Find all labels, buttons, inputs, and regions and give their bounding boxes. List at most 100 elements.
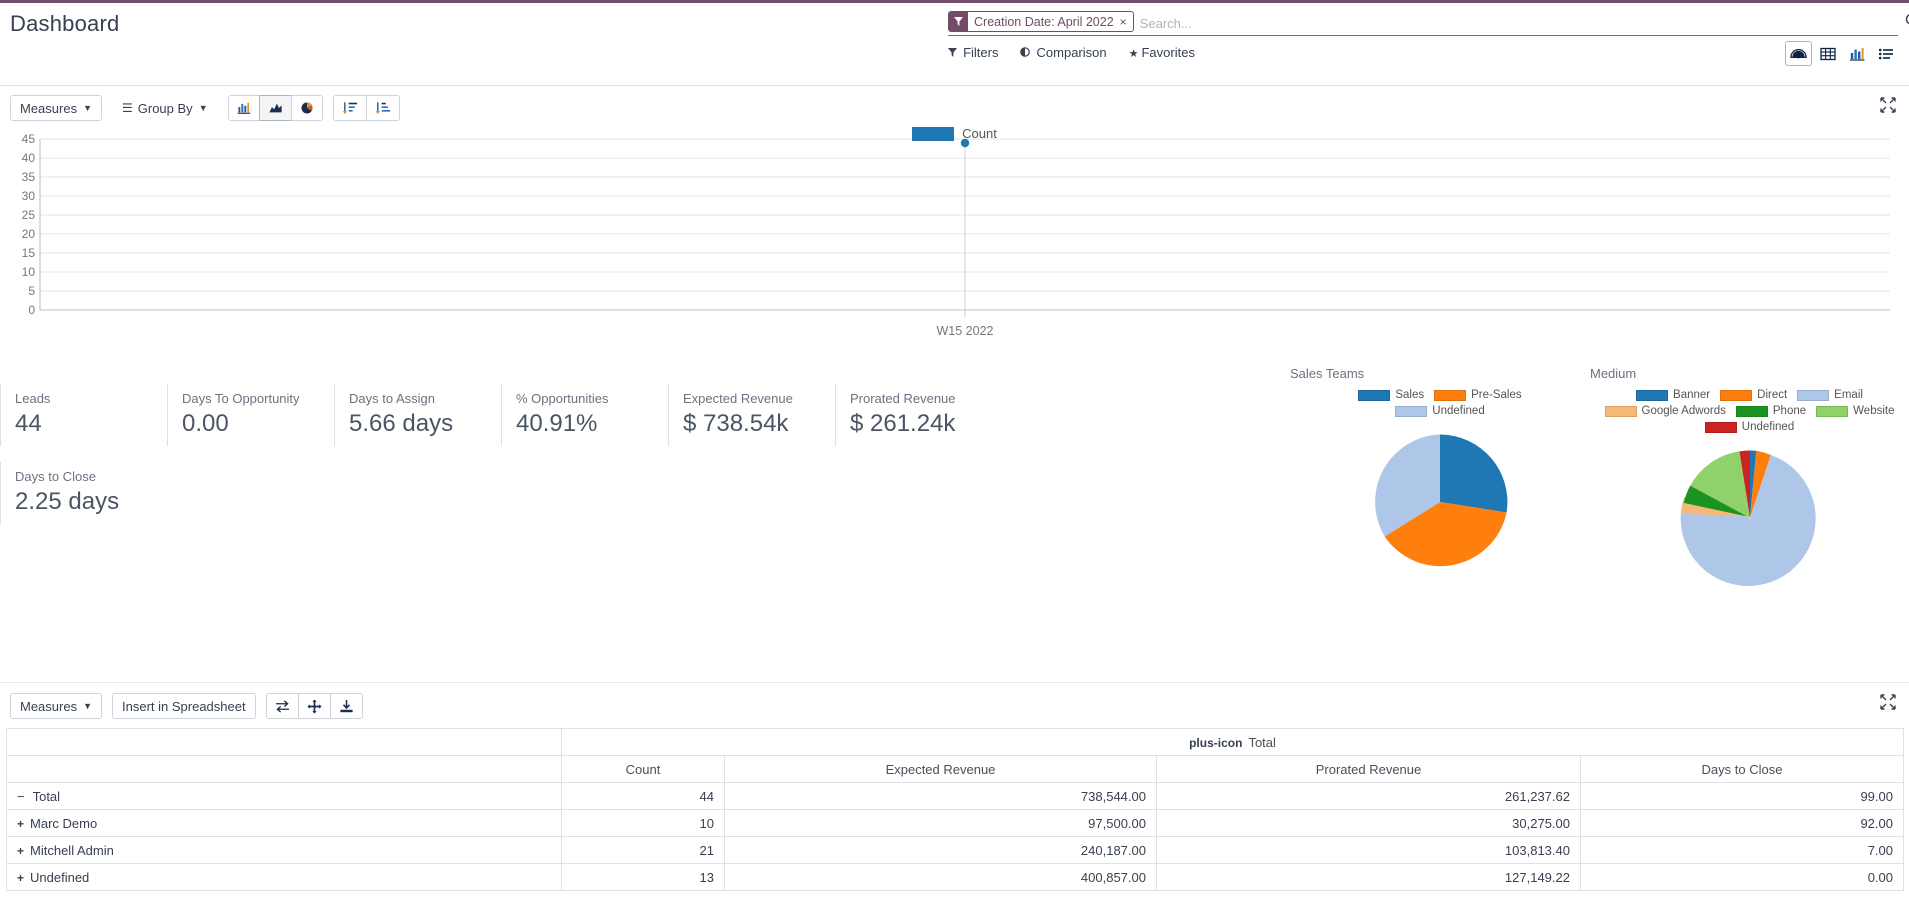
pivot-corner-cell	[6, 728, 562, 756]
kpi-leads[interactable]: Leads 44	[0, 384, 167, 446]
insert-in-spreadsheet-label: Insert in Spreadsheet	[122, 698, 246, 714]
pivot-cell-expected-revenue[interactable]: 240,187.00	[724, 836, 1157, 864]
insert-in-spreadsheet-button[interactable]: Insert in Spreadsheet	[112, 693, 256, 719]
comparison-dropdown[interactable]: Comparison	[1020, 45, 1107, 60]
legend-item[interactable]: Sales	[1358, 389, 1424, 401]
line-chart[interactable]: 45 40 35 30 25 20 15 10 5 0 W15 2022	[10, 124, 1899, 354]
pivot-table: plus-icon Total Count Expected Revenue Pr…	[6, 728, 1904, 891]
pivot-cell-prorated-revenue[interactable]: 103,813.40	[1156, 836, 1581, 864]
kpi-days-to-close[interactable]: Days to Close 2.25 days	[0, 462, 167, 524]
legend-label: Email	[1834, 389, 1863, 401]
pivot-col-header-expected-revenue[interactable]: Expected Revenue	[724, 755, 1157, 783]
table-row: − Total 44 738,544.00 261,237.62 99.00	[6, 782, 1904, 810]
filters-label: Filters	[963, 45, 999, 60]
legend-swatch	[1735, 405, 1768, 417]
pivot-header-row: Count Expected Revenue Prorated Revenue …	[6, 755, 1904, 783]
pivot-expand-all-button[interactable]	[297, 693, 331, 719]
pivot-column-group-total[interactable]: plus-icon Total	[561, 728, 1904, 756]
pivot-download-xlsx-button[interactable]	[329, 693, 363, 719]
pivot-cell-days-to-close[interactable]: 7.00	[1580, 836, 1904, 864]
graph-section: Measures ▼ ☰ Group By ▼ Count 45 40 35 3…	[0, 86, 1909, 374]
legend-item[interactable]: Banner	[1636, 389, 1710, 401]
kpi-row-1: Leads 44 Days To Opportunity 0.00 Days t…	[0, 384, 1060, 530]
legend-item[interactable]: Direct	[1720, 389, 1787, 401]
pivot-toolbar: Measures ▼ Insert in Spreadsheet	[0, 682, 1909, 722]
kpi-prorated-revenue[interactable]: Prorated Revenue $ 261.24k	[835, 384, 1002, 446]
legend-item[interactable]: Undefined	[1704, 421, 1794, 433]
pivot-cell-days-to-close[interactable]: 99.00	[1580, 782, 1904, 810]
pivot-cell-count[interactable]: 21	[561, 836, 725, 864]
legend-item[interactable]: Website	[1816, 405, 1895, 417]
legend-item[interactable]: Phone	[1735, 405, 1807, 417]
kpi-days-to-opportunity[interactable]: Days To Opportunity 0.00	[167, 384, 334, 446]
legend-item[interactable]: Pre-Sales	[1434, 389, 1522, 401]
plus-icon[interactable]: +	[17, 844, 24, 858]
view-switcher-pivot[interactable]	[1814, 41, 1841, 66]
pivot-row-header-total[interactable]: − Total	[6, 782, 562, 810]
filters-dropdown[interactable]: Filters	[948, 45, 998, 60]
favorites-dropdown[interactable]: ★ Favorites	[1129, 45, 1195, 60]
search-facet-remove-icon[interactable]: ×	[1118, 12, 1133, 31]
pivot-col-header-days-to-close[interactable]: Days to Close	[1580, 755, 1904, 783]
plus-icon[interactable]: +	[17, 871, 24, 885]
pivot-cell-expected-revenue[interactable]: 97,500.00	[724, 809, 1157, 837]
kpi-value: 0.00	[182, 410, 229, 437]
pivot-cell-prorated-revenue[interactable]: 30,275.00	[1156, 809, 1581, 837]
pivot-cell-count[interactable]: 10	[561, 809, 725, 837]
collapse-icon[interactable]: −	[17, 789, 25, 804]
chevron-down-icon: ▼	[198, 103, 208, 113]
table-row: + Marc Demo 10 97,500.00 30,275.00 92.00	[6, 809, 1904, 837]
graph-legend: Count	[10, 126, 1899, 141]
pivot-flip-axis-button[interactable]	[265, 693, 299, 719]
chart-type-line-button[interactable]	[258, 95, 292, 121]
search-input[interactable]	[1133, 11, 1898, 35]
x-axis-tick-label: W15 2022	[937, 324, 994, 338]
graph-measures-label: Measures	[20, 100, 78, 116]
pivot-expand-button[interactable]	[1877, 691, 1899, 713]
legend-item[interactable]: Email	[1797, 389, 1863, 401]
svg-text:0: 0	[28, 303, 35, 317]
sort-ascending-button[interactable]	[365, 95, 400, 121]
view-switcher	[1785, 41, 1899, 66]
view-switcher-list[interactable]	[1872, 41, 1899, 66]
legend-label: Phone	[1772, 405, 1807, 417]
legend-swatch	[1636, 389, 1669, 401]
pivot-col-header-prorated-revenue[interactable]: Prorated Revenue	[1156, 755, 1581, 783]
pivot-measures-button[interactable]: Measures ▼	[10, 693, 102, 719]
pivot-row-header-marc-demo[interactable]: + Marc Demo	[6, 809, 562, 837]
kpi-percent-opportunities[interactable]: % Opportunities 40.91%	[501, 384, 668, 446]
pivot-measures-label: Measures	[20, 698, 78, 714]
pivot-row-label: Total	[32, 788, 61, 804]
view-switcher-graph[interactable]	[1843, 41, 1870, 66]
pivot-cell-count[interactable]: 44	[561, 782, 725, 810]
search-facet-creation-date[interactable]: Creation Date: April 2022 ×	[948, 11, 1134, 32]
pivot-cell-prorated-revenue[interactable]: 127,149.22	[1156, 863, 1581, 891]
plus-icon[interactable]: +	[17, 817, 24, 831]
pivot-col-header-count[interactable]: Count	[561, 755, 725, 783]
legend-item[interactable]: Undefined	[1298, 405, 1582, 417]
pivot-cell-days-to-close[interactable]: 0.00	[1580, 863, 1904, 891]
breadcrumb[interactable]: Dashboard	[10, 11, 119, 37]
chart-type-bar-button[interactable]	[227, 95, 260, 121]
pivot-cell-expected-revenue[interactable]: 738,544.00	[724, 782, 1157, 810]
search-icon[interactable]	[1905, 13, 1909, 33]
pivot-cell-prorated-revenue[interactable]: 261,237.62	[1156, 782, 1581, 810]
graph-measures-button[interactable]: Measures ▼	[10, 95, 102, 121]
chevron-down-icon: ▼	[83, 701, 92, 711]
legend-swatch-count	[912, 126, 955, 141]
kpi-expected-revenue[interactable]: Expected Revenue $ 738.54k	[668, 384, 835, 446]
graph-group-by-button[interactable]: ☰ Group By ▼	[112, 95, 218, 121]
pivot-cell-days-to-close[interactable]: 92.00	[1580, 809, 1904, 837]
medium-pie[interactable]	[1675, 443, 1825, 593]
kpi-days-to-assign[interactable]: Days to Assign 5.66 days	[334, 384, 501, 446]
sales-teams-pie[interactable]	[1365, 427, 1515, 577]
pivot-cell-expected-revenue[interactable]: 400,857.00	[724, 863, 1157, 891]
pivot-row-header-mitchell-admin[interactable]: + Mitchell Admin	[6, 836, 562, 864]
sort-descending-button[interactable]	[332, 95, 367, 121]
legend-item[interactable]: Google Adwords	[1604, 405, 1726, 417]
pivot-row-header-undefined[interactable]: + Undefined	[6, 863, 562, 891]
pivot-cell-count[interactable]: 13	[561, 863, 725, 891]
view-switcher-dashboard[interactable]	[1785, 41, 1812, 66]
graph-expand-button[interactable]	[1877, 94, 1899, 116]
chart-type-pie-button[interactable]	[290, 95, 323, 121]
